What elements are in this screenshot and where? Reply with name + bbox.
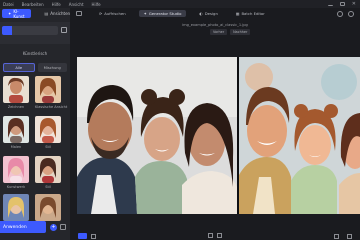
style-thumbnail <box>3 156 29 183</box>
settings-icon[interactable] <box>348 10 354 17</box>
before-label[interactable]: Vorher <box>210 29 228 35</box>
style-thumbnail <box>35 76 61 103</box>
style-thumbnail <box>35 194 61 221</box>
style-card[interactable]: Malen <box>3 116 29 152</box>
after-image <box>239 57 360 214</box>
sparkle-icon: ✦ <box>143 11 147 16</box>
source-selector[interactable] <box>2 26 58 35</box>
apply-button[interactable]: Anwenden <box>0 221 46 233</box>
tab-generator-studio[interactable]: ✦ Generator Studio <box>138 10 187 17</box>
bottom-bar <box>70 232 360 240</box>
layers-icon: ▤ <box>44 11 49 16</box>
style-thumbnail <box>3 76 29 103</box>
segment-mix[interactable]: Mischung <box>37 63 67 72</box>
style-thumbnail <box>3 194 29 221</box>
minimize-icon[interactable] <box>327 2 333 6</box>
left-panel: ✦ KI-Kunst ▤ Ansichten Künstlerisch Alle… <box>0 8 70 240</box>
style-card[interactable]: Zeichnen <box>3 76 29 112</box>
tab-batch-editor[interactable]: ▦ Batch Editor <box>231 10 270 17</box>
account-icon[interactable] <box>337 10 343 17</box>
style-card[interactable]: Stil <box>35 156 61 192</box>
after-label[interactable]: Nachher <box>230 29 251 35</box>
maximize-icon[interactable] <box>339 2 345 6</box>
style-thumbnail <box>35 116 61 143</box>
style-thumbnail <box>35 156 61 183</box>
before-image <box>77 57 237 214</box>
source-strip <box>0 22 70 44</box>
menu-item-view[interactable]: Ansicht <box>69 2 84 7</box>
menu-bar: Datei Bearbeiten Hilfe Ansicht Hilfe ✕ <box>0 0 360 8</box>
section-label: Künstlerisch <box>22 51 48 56</box>
apply-bar: Anwenden + <box>0 221 70 233</box>
top-toolbar: ⟳ Auffrischen ✦ Generator Studio ◐ Desig… <box>70 8 360 19</box>
segment-all[interactable]: Alle <box>3 63 35 72</box>
file-title: img_example_photo_ai_classic_1.jpg <box>182 23 248 27</box>
category-segments: Alle Mischung <box>3 63 67 72</box>
panel-toggle-icon[interactable] <box>76 11 82 16</box>
add-icon[interactable]: + <box>50 223 57 231</box>
sparkle-icon: ✦ <box>8 11 12 16</box>
palette-icon: ◐ <box>199 11 203 16</box>
style-card[interactable]: Stil <box>35 116 61 152</box>
menu-item-help-2[interactable]: Hilfe <box>92 2 101 7</box>
menu-item-file[interactable]: Datei <box>3 2 14 7</box>
zoom-out-icon[interactable] <box>334 233 339 239</box>
copy-icon[interactable] <box>61 27 67 33</box>
tab-ai-art[interactable]: ✦ KI-Kunst <box>2 9 31 19</box>
tab-refresh[interactable]: ⟳ Auffrischen <box>94 10 131 17</box>
app-window: Datei Bearbeiten Hilfe Ansicht Hilfe ✕ ✦… <box>0 0 360 240</box>
export-icon[interactable] <box>60 224 66 230</box>
compare-labels: Vorher Nachher <box>210 29 251 35</box>
close-icon[interactable]: ✕ <box>352 1 356 7</box>
split-view-icon[interactable] <box>208 233 213 238</box>
zoom-in-icon[interactable] <box>347 233 352 239</box>
style-card[interactable]: Kunstwerk <box>3 156 29 192</box>
style-card[interactable]: Klassische Ansicht <box>35 76 67 112</box>
batch-icon: ▦ <box>235 11 240 16</box>
compare-mode-button[interactable] <box>78 233 87 239</box>
fit-icon[interactable] <box>91 233 96 239</box>
menu-item-edit[interactable]: Bearbeiten <box>22 2 44 7</box>
menu-item-help[interactable]: Hilfe <box>52 2 61 7</box>
mode-tabs: ✦ KI-Kunst ▤ Ansichten <box>0 8 70 19</box>
tab-design[interactable]: ◐ Design <box>194 10 222 17</box>
refresh-icon: ⟳ <box>99 11 103 16</box>
style-thumbnail <box>3 116 29 143</box>
side-by-side-icon[interactable] <box>217 233 222 238</box>
main-area: ⟳ Auffrischen ✦ Generator Studio ◐ Desig… <box>70 8 360 240</box>
